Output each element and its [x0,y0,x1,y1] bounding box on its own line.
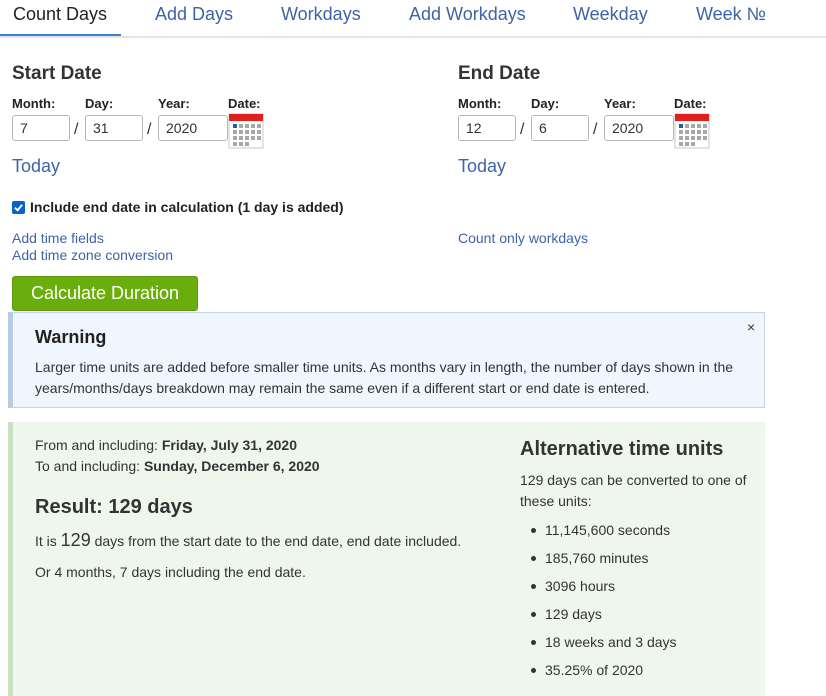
start-day-input[interactable] [85,115,143,141]
add-time-fields-link[interactable]: Add time fields [12,230,104,246]
tab-label: Add Days [155,4,234,24]
warning-text: Larger time units are added before small… [35,359,734,396]
from-prefix: From and including: [35,437,162,453]
list-item: 129 days [520,600,677,628]
list-item: 185,760 minutes [520,544,677,572]
to-line: To and including: Sunday, December 6, 20… [35,458,320,474]
tab-label: Add Workdays [409,4,526,24]
alternative-title: Alternative time units [520,438,724,460]
warning-box: Warning Larger time units are added befo… [8,312,765,408]
list-item: 3096 hours [520,572,677,600]
add-timezone-link[interactable]: Add time zone conversion [12,247,173,263]
from-date: Friday, July 31, 2020 [161,437,297,453]
tab-bar: Count Days Add Days Workdays Add Workday… [0,0,826,38]
tab-count-days[interactable]: Count Days [0,4,122,38]
start-today-link[interactable]: Today [12,156,60,177]
result-days-number: 129 [60,530,91,550]
result-days-line: It is 129 days from the start date to th… [35,530,461,551]
list-item: 11,145,600 seconds [520,516,677,544]
include-end-date-option[interactable]: Include end date in calculation (1 day i… [12,199,344,215]
from-line: From and including: Friday, July 31, 202… [35,437,297,453]
tab-label: Weekday [573,4,648,24]
to-prefix: To and including: [35,458,144,474]
tab-week-number[interactable]: Week № [696,4,766,25]
count-workdays-link[interactable]: Count only workdays [458,230,588,246]
start-month-label: Month: [12,96,56,111]
tab-label: Count Days [13,4,108,24]
include-end-date-label: Include end date in calculation (1 day i… [30,199,344,215]
list-item: 35.25% of 2020 [520,656,677,684]
end-year-input[interactable] [604,115,674,141]
start-month-input[interactable] [12,115,70,141]
result-days-prefix: It is [35,533,61,549]
list-item: 18 weeks and 3 days [520,628,677,656]
tab-add-days[interactable]: Add Days [155,4,233,25]
date-separator: / [520,121,525,138]
tab-workdays[interactable]: Workdays [281,4,361,25]
date-separator: / [593,121,598,138]
end-year-label: Year: [604,96,636,111]
tab-divider [0,36,826,38]
to-date: Sunday, December 6, 2020 [143,458,320,474]
calendar-icon[interactable] [228,113,264,149]
start-date-title: Start Date [12,63,102,84]
start-year-input[interactable] [158,115,228,141]
alternative-units-list: 11,145,600 seconds 185,760 minutes 3096 … [520,516,677,684]
end-day-input[interactable] [531,115,589,141]
include-end-date-checkbox[interactable] [12,200,25,214]
checkmark-icon [14,203,23,212]
close-icon[interactable]: × [747,319,755,335]
date-separator: / [147,121,152,138]
start-day-label: Day: [85,96,114,111]
start-year-label: Year: [158,96,190,111]
tab-label: Workdays [281,4,361,24]
tab-weekday[interactable]: Weekday [573,4,648,25]
result-panel: From and including: Friday, July 31, 202… [8,422,765,696]
end-day-label: Day: [531,96,560,111]
result-title: Result: 129 days [35,496,193,518]
warning-title: Warning [35,327,107,347]
tab-label: Week № [696,4,766,24]
end-date-label: Date: [674,96,707,111]
start-date-label: Date: [228,96,261,111]
tab-add-workdays[interactable]: Add Workdays [409,4,526,25]
result-months-line: Or 4 months, 7 days including the end da… [35,564,306,580]
end-date-title: End Date [458,63,541,84]
end-month-label: Month: [458,96,502,111]
end-month-input[interactable] [458,115,516,141]
result-days-suffix: days from the start date to the end date… [90,533,462,549]
end-today-link[interactable]: Today [458,156,506,177]
calendar-icon[interactable] [674,113,710,149]
calculate-duration-button[interactable]: Calculate Duration [12,276,198,311]
date-separator: / [74,121,79,138]
alternative-description: 129 days can be converted to one of thes… [520,472,747,509]
